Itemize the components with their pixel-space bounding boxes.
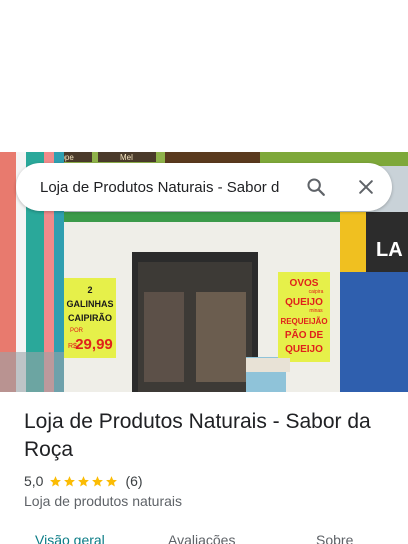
banner-mel: Mel [120, 153, 133, 162]
search-input[interactable]: Loja de Produtos Naturais - Sabor d [40, 179, 292, 196]
left-sign-line-3: CAIPIRÃO [68, 313, 112, 323]
right-sign-line-4: minas [309, 308, 323, 314]
place-category[interactable]: Loja de produtos naturais [24, 493, 182, 509]
right-sign-line-1: OVOS [290, 278, 319, 289]
place-title: Loja de Produtos Naturais - Sabor da Roç… [24, 410, 371, 461]
search-bar[interactable]: Loja de Produtos Naturais - Sabor d [16, 163, 392, 211]
right-sign-line-2: caipira [309, 289, 324, 295]
right-sign-line-3: QUEIJO [285, 297, 323, 308]
left-sign-line-1: 2 [87, 285, 92, 295]
rating-stars [49, 475, 119, 488]
place-tabs: Visão geral Avaliações Sobre [0, 528, 408, 544]
right-sign-line-6: PÃO DE [285, 328, 324, 341]
search-button[interactable] [300, 171, 332, 203]
tab-reviews[interactable]: Avaliações [168, 532, 235, 544]
left-sign-price: 29,99 [75, 336, 113, 353]
right-sign-line-5: REQUEIJÃO [280, 317, 327, 326]
clear-search-button[interactable] [350, 171, 382, 203]
search-icon [307, 178, 325, 196]
neighbor-store-sign: LA [376, 239, 403, 261]
right-sign-line-7: QUEIJO [285, 344, 323, 355]
star-icon [78, 475, 90, 486]
star-icon [92, 475, 104, 486]
star-icon [106, 475, 118, 486]
rating-row[interactable]: 5,0 (6) [24, 472, 143, 490]
tab-overview[interactable]: Visão geral [35, 532, 105, 544]
star-icon [50, 475, 62, 486]
left-sign-price-prefix: POR [70, 328, 84, 334]
star-icon [64, 475, 76, 486]
left-sign-line-2: GALINHAS [67, 299, 114, 309]
rating-value: 5,0 [24, 473, 44, 489]
close-icon [359, 180, 373, 194]
review-count[interactable]: (6) [125, 473, 142, 489]
tab-about[interactable]: Sobre [316, 532, 353, 544]
